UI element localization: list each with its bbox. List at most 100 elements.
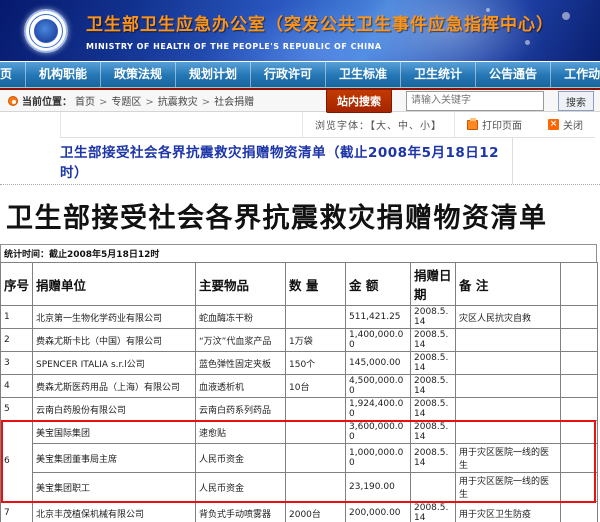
moh-logo-emblem [34,19,58,43]
font-size-controls[interactable]: 浏览字体：【大、中、小】 [315,117,442,132]
stat-time: 统计时间：截止2008年5月18日12时 [0,244,597,262]
breadcrumb-link-2[interactable]: 抗震救灾 [158,97,198,108]
breadcrumb-link-1[interactable]: 专题区 [111,97,141,108]
print-page-link[interactable]: 打印页面 [482,117,522,132]
table-row: 7北京丰茂植保机械有限公司背负式手动喷雾器2000台200,000.002008… [1,502,598,522]
search-input[interactable] [406,91,544,111]
breadcrumb: 首页>专题区>抗震救灾>社会捐赠 [72,93,257,108]
cell-extra [561,502,598,522]
breadcrumb-link-0[interactable]: 首页 [75,97,95,108]
cell-extra [561,306,598,329]
cell-amount: 145,000.00 [346,352,411,375]
cell-extra [561,352,598,375]
document-heading: 卫生部接受社会各界抗震救灾捐赠物资清单 [0,185,600,244]
cell-item: 云南白药系列药品 [196,398,286,421]
cell-item: “万汶”代血浆产品 [196,329,286,352]
cell-note: 用于灾区医院一线的医生 [456,444,561,473]
breadcrumb-link-3[interactable]: 社会捐赠 [214,97,254,108]
col-header-6: 备 注 [456,263,561,306]
cell-org: 费森尤斯卡比（中国）有限公司 [33,329,196,352]
cell-amount: 1,400,000.00 [346,329,411,352]
cell-note: 用于灾区医院一线的医生 [456,473,561,502]
site-title-en: MINISTRY OF HEALTH OF THE PEOPLE'S REPUB… [86,42,554,51]
cell-note: 用于灾区卫生防疫 [456,502,561,522]
cell-note [456,352,561,375]
table-header-row: 序号捐赠单位主要物品数 量金 额捐赠日期备 注 [1,263,598,306]
col-header-7 [561,263,598,306]
cell-date: 2008.5.14 [411,421,456,444]
breadcrumb-separator: > [202,97,210,108]
banner-decoration [562,12,570,20]
cell-date [411,473,456,502]
cell-no: 7 [1,502,33,522]
moh-logo [24,9,68,53]
cell-item: 蛇血酶冻干粉 [196,306,286,329]
col-header-3: 数 量 [286,263,346,306]
cell-org: 美宝集团职工 [33,473,196,502]
site-search-button[interactable]: 站内搜索 [326,89,392,113]
cell-item: 速愈贴 [196,421,286,444]
close-icon: × [548,119,559,130]
nav-item-7[interactable]: 公告通告 [476,62,551,87]
nav-item-0[interactable]: 首页 [0,62,26,87]
table-row: 2费森尤斯卡比（中国）有限公司“万汶”代血浆产品1万袋1,400,000.002… [1,329,598,352]
search-button[interactable]: 搜索 [558,91,594,111]
col-header-5: 捐赠日期 [411,263,456,306]
cell-extra [561,375,598,398]
table-row: 5云南白药股份有限公司云南白药系列药品1,924,400.002008.5.14 [1,398,598,421]
nav-item-5[interactable]: 卫生标准 [326,62,401,87]
cell-no: 3 [1,352,33,375]
cell-note [456,421,561,444]
cell-extra [561,444,598,473]
donation-table-wrap: 序号捐赠单位主要物品数 量金 额捐赠日期备 注 1北京第一生物化学药业有限公司蛇… [0,262,600,522]
breadcrumb-bar: 当前位置： 首页>专题区>抗震救灾>社会捐赠 站内搜索 搜索 [0,88,600,112]
nav-item-2[interactable]: 政策法规 [101,62,176,87]
cell-org: 费森尤斯医药用品（上海）有限公司 [33,375,196,398]
cell-note [456,329,561,352]
cell-qty: 10台 [286,375,346,398]
cell-extra [561,421,598,444]
cell-extra [561,473,598,502]
breadcrumb-label: 当前位置： [22,93,72,108]
cell-no: 5 [1,398,33,421]
cell-org: 云南白药股份有限公司 [33,398,196,421]
cell-date: 2008.5.14 [411,444,456,473]
cell-date: 2008.5.14 [411,502,456,522]
table-row: 4费森尤斯医药用品（上海）有限公司血液透析机10台4,500,000.00200… [1,375,598,398]
table-row: 1北京第一生物化学药业有限公司蛇血酶冻干粉511,421.252008.5.14… [1,306,598,329]
cell-extra [561,398,598,421]
cell-amount: 1,924,400.00 [346,398,411,421]
site-banner: 卫生部卫生应急办公室（突发公共卫生事件应急指挥中心） MINISTRY OF H… [0,0,600,62]
cell-qty [286,398,346,421]
article-title-box: 卫生部接受社会各界抗震救灾捐赠物资清单（截止2008年5月18日12时） [60,138,513,184]
cell-org: 美宝集团董事局主席 [33,444,196,473]
cell-org: 美宝国际集团 [33,421,196,444]
cell-note [456,375,561,398]
col-header-1: 捐赠单位 [33,263,196,306]
nav-item-8[interactable]: 工作动态 [551,62,600,87]
toolbar-spacer [61,112,303,137]
breadcrumb-separator: > [99,97,107,108]
cell-item: 血液透析机 [196,375,286,398]
table-row: 美宝集团职工人民币资金23,190.00用于灾区医院一线的医生 [1,473,598,502]
cell-note: 灾区人民抗灾自救 [456,306,561,329]
close-link[interactable]: 关闭 [563,117,583,132]
cell-date: 2008.5.14 [411,329,456,352]
cell-qty [286,421,346,444]
cell-date: 2008.5.14 [411,306,456,329]
nav-item-4[interactable]: 行政许可 [251,62,326,87]
cell-date: 2008.5.14 [411,375,456,398]
col-header-2: 主要物品 [196,263,286,306]
cell-item: 背负式手动喷雾器 [196,502,286,522]
cell-amount: 4,500,000.00 [346,375,411,398]
nav-item-3[interactable]: 规划计划 [176,62,251,87]
nav-item-6[interactable]: 卫生统计 [401,62,476,87]
cell-qty [286,444,346,473]
article-title-link[interactable]: 卫生部接受社会各界抗震救灾捐赠物资清单（截止2008年5月18日12时） [60,141,512,181]
cell-note [456,398,561,421]
col-header-4: 金 额 [346,263,411,306]
cell-no: 6 [1,421,33,502]
nav-item-1[interactable]: 机构职能 [26,62,101,87]
cell-no: 1 [1,306,33,329]
cell-extra [561,329,598,352]
